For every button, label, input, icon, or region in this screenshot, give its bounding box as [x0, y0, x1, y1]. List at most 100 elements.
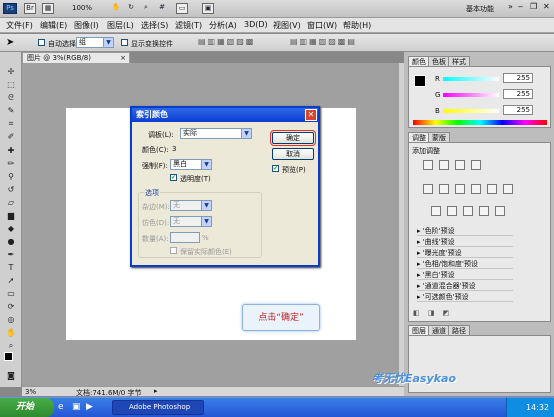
eyedropper-tool-icon[interactable]: ✐ — [5, 131, 17, 142]
ok-button[interactable]: 确定 — [270, 130, 316, 146]
r-slider[interactable] — [443, 77, 499, 81]
preset-hue-saturation[interactable]: ▸ '色相/饱和度'预设 — [417, 260, 513, 269]
view-extras-icon[interactable]: ▦ — [42, 3, 54, 14]
menu-edit[interactable]: 编辑(E) — [40, 20, 67, 31]
dialog-title[interactable]: 索引颜色 — [132, 108, 318, 122]
preview-checkbox[interactable]: ✔ — [272, 165, 279, 172]
tab-styles[interactable]: 样式 — [448, 56, 470, 66]
type-tool-icon[interactable]: T — [5, 262, 17, 273]
palette-dropdown[interactable]: 实际 ▼ — [180, 128, 252, 139]
zoom-icon[interactable]: ⌕ — [140, 3, 152, 14]
vibrance-icon[interactable] — [423, 184, 433, 194]
hand-tool-icon[interactable]: ✋ — [5, 327, 17, 338]
menu-view[interactable]: 视图(V) — [273, 20, 301, 31]
crop-tool-icon[interactable]: ⌗ — [5, 118, 17, 129]
preset-curves[interactable]: ▸ '曲线'预设 — [417, 238, 513, 247]
zoom-level-dropdown[interactable]: 100% — [72, 4, 92, 12]
tab-swatches[interactable]: 色板 — [428, 56, 450, 66]
curves-icon[interactable] — [455, 160, 465, 170]
move-tool-icon[interactable]: ✢ — [5, 66, 17, 77]
show-transform-checkbox[interactable] — [121, 39, 128, 46]
menu-select[interactable]: 选择(S) — [141, 20, 168, 31]
marquee-tool-icon[interactable]: ⬚ — [5, 79, 17, 90]
eraser-tool-icon[interactable]: ▱ — [5, 197, 17, 208]
cancel-button[interactable]: 取消 — [272, 148, 314, 160]
minimize-icon[interactable]: ‒ — [518, 2, 523, 11]
adjustments-footer-icons[interactable]: ◧ ◨ ◩ — [413, 309, 547, 319]
hand-tool-icon[interactable]: ✋ — [110, 3, 122, 14]
quick-mask-icon[interactable]: ◙ — [5, 370, 17, 381]
lasso-tool-icon[interactable]: ᘓ — [5, 92, 17, 103]
stamp-tool-icon[interactable]: ⚲ — [5, 171, 17, 182]
status-zoom[interactable]: 3% — [25, 388, 36, 396]
workspace-switcher[interactable]: 基本功能 — [466, 4, 494, 14]
brush-tool-icon[interactable]: ✏ — [5, 158, 17, 169]
brightness-icon[interactable] — [423, 160, 433, 170]
g-slider[interactable] — [443, 93, 499, 97]
align-buttons[interactable]: ▤▥▦▧▨▩ — [198, 37, 278, 49]
tab-paths[interactable]: 路径 — [448, 325, 470, 335]
gradient-map-icon[interactable] — [479, 206, 489, 216]
3d-rotate-tool-icon[interactable]: ⟳ — [5, 301, 17, 312]
restore-icon[interactable]: ❐ — [530, 2, 537, 11]
selective-color-icon[interactable] — [495, 206, 505, 216]
move-tool-icon[interactable]: ➤ — [6, 37, 14, 48]
amount-input[interactable] — [170, 232, 200, 243]
menu-help[interactable]: 帮助(H) — [343, 20, 371, 31]
grid-icon[interactable]: # — [156, 3, 168, 14]
auto-select-dropdown[interactable]: 组 ▼ — [76, 37, 114, 48]
blur-tool-icon[interactable]: ◆ — [5, 223, 17, 234]
auto-select-checkbox[interactable] — [38, 39, 45, 46]
quicklaunch-media-icon[interactable]: ▶ — [86, 402, 93, 412]
tab-layers[interactable]: 图层 — [408, 325, 430, 335]
hue-saturation-icon[interactable] — [439, 184, 449, 194]
channel-mixer-icon[interactable] — [503, 184, 513, 194]
preset-exposure[interactable]: ▸ '曝光度'预设 — [417, 249, 513, 258]
menu-window[interactable]: 窗口(W) — [307, 20, 337, 31]
r-value[interactable]: 255 — [503, 73, 533, 83]
healing-tool-icon[interactable]: ✚ — [5, 145, 17, 156]
preset-black-white[interactable]: ▸ '黑白'预设 — [417, 271, 513, 280]
forced-dropdown[interactable]: 黑白 ▼ — [170, 159, 212, 170]
arrange-docs-icon[interactable]: ▭ — [176, 3, 188, 14]
dodge-tool-icon[interactable]: ● — [5, 236, 17, 247]
menu-filter[interactable]: 滤镜(T) — [175, 20, 202, 31]
history-brush-icon[interactable]: ↺ — [5, 184, 17, 195]
menu-analysis[interactable]: 分析(A) — [209, 20, 237, 31]
photo-filter-icon[interactable] — [487, 184, 497, 194]
threshold-icon[interactable] — [463, 206, 473, 216]
matte-dropdown[interactable]: 无 ▼ — [170, 200, 212, 211]
workspace-menu-icon[interactable]: » — [508, 2, 513, 11]
tab-masks[interactable]: 蒙版 — [428, 132, 450, 142]
menu-image[interactable]: 图像(I) — [74, 20, 99, 31]
menu-file[interactable]: 文件(F) — [6, 20, 33, 31]
color-spectrum-bar[interactable] — [413, 120, 547, 125]
close-icon[interactable]: ✕ — [543, 2, 550, 11]
start-button[interactable]: 开始 — [0, 398, 54, 417]
foreground-color-swatch[interactable] — [4, 352, 13, 361]
taskbar-photoshop-button[interactable]: Adobe Photoshop — [112, 400, 204, 415]
3d-orbit-tool-icon[interactable]: ◎ — [5, 314, 17, 325]
color-balance-icon[interactable] — [455, 184, 465, 194]
pen-tool-icon[interactable]: ✒ — [5, 249, 17, 260]
preset-levels[interactable]: ▸ '色阶'预设 — [417, 227, 513, 236]
g-value[interactable]: 255 — [503, 89, 533, 99]
tab-color[interactable]: 颜色 — [408, 56, 430, 66]
tab-close-icon[interactable]: × — [120, 53, 126, 63]
gradient-tool-icon[interactable]: ▆ — [5, 210, 17, 221]
dither-dropdown[interactable]: 无 ▼ — [170, 216, 212, 227]
fg-swatch[interactable] — [414, 75, 426, 87]
menu-layer[interactable]: 图层(L) — [107, 20, 134, 31]
exposure-icon[interactable] — [471, 160, 481, 170]
clock[interactable]: 14:32 — [526, 403, 549, 412]
posterize-icon[interactable] — [447, 206, 457, 216]
menu-3d[interactable]: 3D(D) — [244, 20, 268, 29]
preserve-colors-checkbox[interactable] — [170, 247, 177, 254]
status-menu-arrow-icon[interactable]: ▸ — [154, 387, 158, 395]
b-slider[interactable] — [443, 109, 499, 113]
screen-mode-icon[interactable]: ▣ — [202, 3, 214, 14]
shape-tool-icon[interactable]: ▭ — [5, 288, 17, 299]
zoom-tool-icon[interactable]: ⌕ — [5, 340, 17, 351]
preset-selective-color[interactable]: ▸ '可选颜色'预设 — [417, 293, 513, 302]
rotate-view-icon[interactable]: ↻ — [125, 3, 137, 14]
